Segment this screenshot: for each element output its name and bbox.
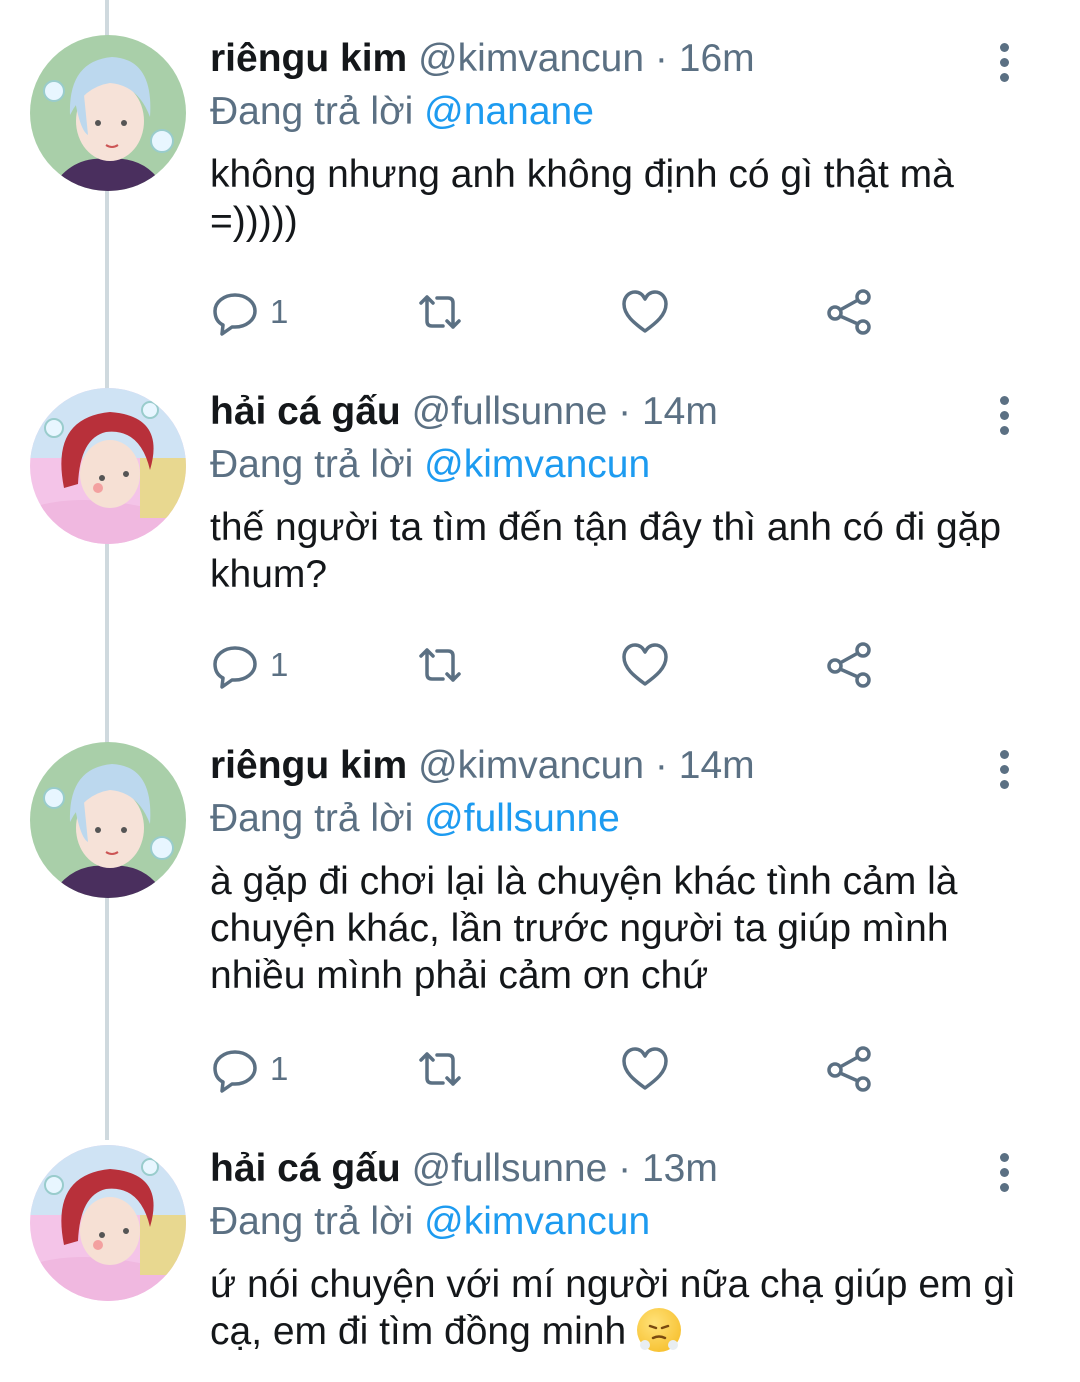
share-button[interactable] [825, 640, 875, 690]
handle[interactable]: @fullsunne [412, 390, 608, 433]
more-icon[interactable] [1000, 1153, 1010, 1198]
timestamp[interactable]: 14m [679, 744, 755, 787]
like-icon [622, 290, 668, 333]
display-name[interactable]: hải cá gấu [210, 390, 401, 433]
reply-button[interactable]: 1 [210, 1044, 288, 1094]
mention-link[interactable]: @kimvancun [424, 1200, 650, 1243]
reply-count: 1 [270, 1050, 289, 1087]
retweet-icon [419, 1052, 461, 1086]
share-icon [827, 642, 871, 688]
display-name[interactable]: riêngu kim [210, 744, 407, 787]
retweet-button[interactable] [415, 287, 465, 337]
like-button[interactable] [620, 1044, 670, 1094]
avatar[interactable] [30, 35, 186, 191]
timestamp[interactable]: 13m [642, 1147, 718, 1190]
replying-to: Đang trả lời @fullsunne [210, 794, 1040, 844]
replying-to: Đang trả lời @nanane [210, 87, 1040, 137]
tweet-text: ứ nói chuyện với mí người nữa chạ giúp e… [210, 1261, 1040, 1355]
handle[interactable]: @fullsunne [412, 1147, 608, 1190]
reply-prefix: Đang trả lời [210, 90, 414, 133]
retweet-icon [419, 648, 461, 682]
handle[interactable]: @kimvancun [418, 744, 644, 787]
reply-prefix: Đang trả lời [210, 1200, 414, 1243]
retweet-button[interactable] [415, 1044, 465, 1094]
replying-to: Đang trả lời @kimvancun [210, 440, 1040, 490]
retweet-icon [419, 295, 461, 329]
separator: · [654, 37, 668, 80]
like-button[interactable] [620, 640, 670, 690]
reply-icon [213, 1050, 257, 1093]
reply-count: 1 [270, 293, 289, 330]
reply-icon [213, 646, 257, 689]
reply-button[interactable]: 1 [210, 287, 288, 337]
share-button[interactable] [825, 287, 875, 337]
mention-link[interactable]: @fullsunne [424, 797, 620, 840]
display-name[interactable]: riêngu kim [210, 37, 407, 80]
mention-link[interactable]: @nanane [424, 90, 594, 133]
reply-prefix: Đang trả lời [210, 443, 414, 486]
action-bar: 1 [210, 640, 910, 690]
share-icon [827, 1046, 871, 1092]
share-button[interactable] [825, 1044, 875, 1094]
reply-button[interactable]: 1 [210, 640, 288, 690]
reply-count: 1 [270, 646, 289, 683]
like-icon [622, 1047, 668, 1090]
mention-link[interactable]: @kimvancun [424, 443, 650, 486]
face-with-steam-emoji [637, 1308, 682, 1352]
avatar[interactable] [30, 742, 186, 898]
replying-to: Đang trả lời @kimvancun [210, 1197, 1040, 1247]
like-icon [622, 643, 668, 686]
avatar[interactable] [30, 388, 186, 544]
more-icon[interactable] [1000, 43, 1010, 88]
tweet-text: không nhưng anh không định có gì thật mà… [210, 153, 954, 243]
like-button[interactable] [620, 287, 670, 337]
more-icon[interactable] [1000, 396, 1010, 441]
separator: · [618, 1147, 632, 1190]
avatar[interactable] [30, 1145, 186, 1301]
display-name[interactable]: hải cá gấu [210, 1147, 401, 1190]
share-icon [827, 289, 871, 335]
timestamp[interactable]: 14m [642, 390, 718, 433]
retweet-button[interactable] [415, 640, 465, 690]
tweet-text: thế người ta tìm đến tận đây thì anh có … [210, 506, 1002, 596]
handle[interactable]: @kimvancun [418, 37, 644, 80]
tweet-text: à gặp đi chơi lại là chuyện khác tình cả… [210, 860, 958, 997]
more-icon[interactable] [1000, 750, 1010, 795]
timestamp[interactable]: 16m [679, 37, 755, 80]
separator: · [618, 390, 632, 433]
reply-prefix: Đang trả lời [210, 797, 414, 840]
separator: · [654, 744, 668, 787]
reply-icon [213, 293, 257, 336]
action-bar: 1 [210, 287, 910, 337]
action-bar: 1 [210, 1044, 910, 1094]
tweet-text-content: ứ nói chuyện với mí người nữa chạ giúp e… [210, 1263, 1016, 1353]
